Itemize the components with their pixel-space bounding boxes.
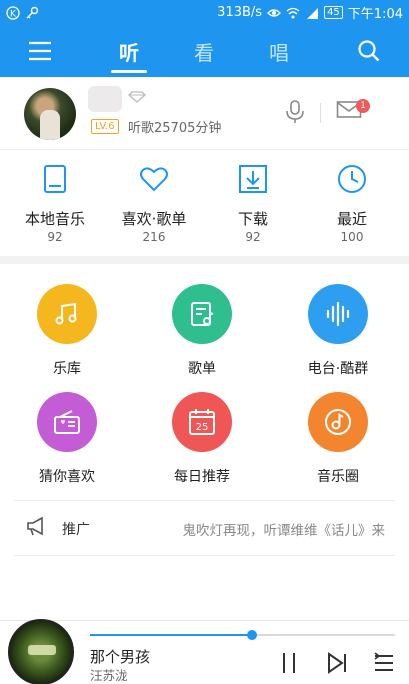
daily-recommend-circle: 25 — [172, 392, 232, 452]
top-nav: 听 看 唱 — [0, 25, 409, 77]
song-title: 那个男孩 — [90, 648, 151, 666]
local-music-entry[interactable]: 本地音乐 92 — [5, 150, 105, 254]
tab-sing[interactable]: 唱 — [249, 25, 309, 77]
heart-icon — [140, 167, 168, 192]
listen-time: 听歌25705分钟 — [128, 121, 222, 136]
pause-icon — [283, 653, 295, 673]
eye-icon — [267, 8, 281, 17]
username-blurred — [88, 86, 122, 112]
divider — [14, 500, 395, 501]
phone-icon — [44, 165, 66, 193]
pause-button[interactable] — [278, 651, 300, 679]
queue-icon — [374, 652, 393, 671]
soundwave-icon — [326, 301, 350, 327]
divider — [14, 555, 395, 556]
music-circle-circle — [308, 392, 368, 452]
music-circle-label: 音乐圈 — [317, 469, 359, 485]
recognize-button[interactable] — [284, 99, 306, 129]
profile-section: LV.6 听歌25705分钟 1 — [0, 77, 409, 149]
daily-recommend-label: 每日推荐 — [174, 469, 230, 485]
progress-knob[interactable] — [246, 630, 257, 640]
diamond-icon[interactable] — [128, 91, 146, 103]
music-library-circle — [37, 284, 97, 344]
album-cover[interactable] — [8, 619, 74, 684]
message-badge: 1 — [356, 99, 370, 113]
downloads-count: 92 — [245, 230, 261, 244]
guess-you-like-entry[interactable]: 猜你喜欢 — [2, 392, 132, 492]
promo-banner[interactable]: 推广 鬼吹灯再现，听谭维维《话儿》来 — [0, 502, 409, 554]
divider — [320, 103, 321, 123]
radio-label: 电台·酷群 — [307, 361, 369, 377]
playlist-icon — [191, 302, 214, 326]
music-circle-entry[interactable]: 音乐圈 — [273, 392, 403, 492]
guess-you-like-circle — [37, 392, 97, 452]
music-circle-icon — [325, 409, 351, 435]
key-icon — [26, 6, 39, 18]
mic-icon — [286, 100, 304, 123]
playlist-label: 歌单 — [188, 361, 216, 377]
status-bar: K 313B/s 45 下午1:04 — [0, 0, 409, 25]
progress-bar[interactable] — [90, 630, 395, 640]
music-library-label: 乐库 — [53, 361, 81, 377]
promo-text: 鬼吹灯再现，听谭维维《话儿》来 — [182, 523, 386, 539]
playlist-queue-button[interactable] — [372, 651, 396, 679]
search-button[interactable] — [347, 25, 391, 77]
favorites-count: 216 — [142, 230, 166, 244]
download-icon — [239, 165, 267, 193]
playlist-entry[interactable]: 歌单 — [137, 284, 267, 384]
megaphone-icon — [27, 516, 43, 536]
section-gap — [0, 256, 409, 264]
menu-button[interactable] — [18, 25, 62, 77]
recent-label: 最近 — [336, 210, 367, 228]
clock-time: 下午1:04 — [347, 7, 403, 22]
tab-listen[interactable]: 听 — [99, 25, 159, 77]
radio-circle — [308, 284, 368, 344]
local-music-label: 本地音乐 — [24, 210, 85, 228]
artist-name: 汪苏泷 — [90, 668, 128, 683]
signal-icon — [307, 7, 319, 19]
downloads-label: 下载 — [237, 210, 268, 228]
progress-fill — [90, 634, 252, 636]
battery-icon: 45 — [324, 6, 343, 19]
search-icon — [358, 40, 380, 62]
recent-entry[interactable]: 最近 100 — [302, 150, 402, 254]
daily-recommend-entry[interactable]: 25 每日推荐 — [137, 392, 267, 492]
tab-watch[interactable]: 看 — [174, 25, 234, 77]
clock-icon — [338, 165, 366, 193]
mini-player[interactable]: 那个男孩 汪苏泷 — [0, 619, 409, 684]
next-button[interactable] — [326, 651, 348, 679]
menu-icon — [29, 41, 51, 61]
network-speed: 313B/s — [217, 5, 263, 20]
avatar[interactable] — [24, 88, 76, 140]
music-note-icon — [55, 302, 77, 325]
radio-entry[interactable]: 电台·酷群 — [273, 284, 403, 384]
calendar-icon: 25 — [189, 409, 215, 435]
next-icon — [328, 652, 346, 674]
guess-you-like-label: 猜你喜欢 — [39, 469, 95, 485]
promo-tag: 推广 — [62, 522, 90, 538]
recent-count: 100 — [340, 230, 364, 244]
playlist-circle — [172, 284, 232, 344]
wifi-icon — [286, 7, 300, 18]
favorites-label: 喜欢·歌单 — [121, 210, 187, 228]
favorites-entry[interactable]: 喜欢·歌单 216 — [104, 150, 204, 254]
quick-entries: 本地音乐 92 喜欢·歌单 216 下载 92 最近 100 — [0, 150, 409, 254]
downloads-entry[interactable]: 下载 92 — [203, 150, 303, 254]
k-icon: K — [6, 5, 20, 20]
level-badge: LV.6 — [91, 119, 119, 134]
local-music-count: 92 — [47, 230, 63, 244]
radio-icon — [54, 410, 80, 434]
calendar-day: 25 — [196, 422, 209, 433]
music-library-entry[interactable]: 乐库 — [2, 284, 132, 384]
